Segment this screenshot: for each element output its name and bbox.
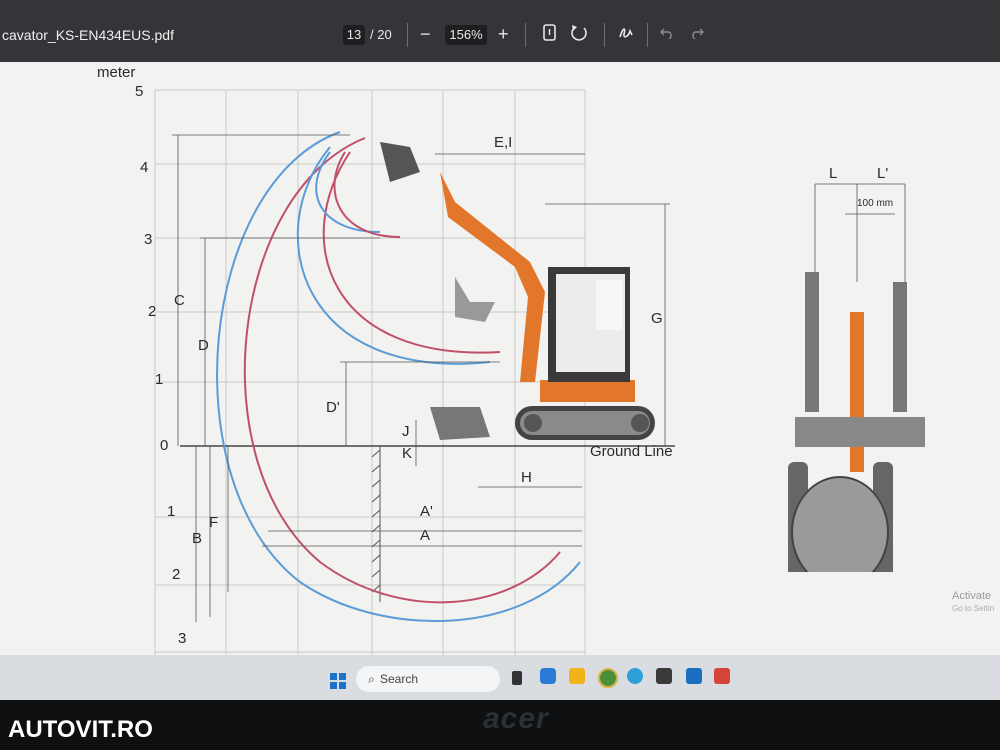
task-view-icon[interactable]: [512, 671, 522, 685]
redo-icon[interactable]: [690, 27, 704, 39]
page-total: / 20: [370, 27, 392, 42]
app-icon[interactable]: [714, 668, 730, 684]
activate-windows-title: Activate: [952, 590, 992, 602]
file-explorer-icon[interactable]: [569, 668, 585, 684]
windows-taskbar: ⌕ Search: [0, 655, 1000, 700]
toolbar-divider: [407, 23, 408, 47]
dimension-a: A: [420, 527, 431, 544]
front-view-diagram: [788, 183, 925, 572]
copilot-icon[interactable]: [540, 668, 556, 684]
y-tick-label: 1: [155, 371, 164, 388]
dimension-d: D: [198, 337, 209, 354]
dimension-j: J: [402, 423, 410, 440]
outlook-icon[interactable]: [686, 668, 702, 684]
site-watermark: AUTOVIT.RO: [8, 716, 153, 743]
dimension-d-prime: D': [326, 399, 340, 416]
y-tick-label: 5: [135, 83, 144, 100]
y-tick-label: 2: [148, 303, 157, 320]
reach-arc-inner-standard: [322, 151, 501, 354]
rotate-icon[interactable]: [570, 24, 588, 42]
document-title: cavator_KS-EN434EUS.pdf: [2, 27, 174, 43]
ground-line-label: Ground Line: [590, 443, 673, 460]
search-placeholder: Search: [380, 672, 419, 686]
toolbar-divider: [525, 23, 526, 47]
dimension-l-prime: L': [877, 165, 889, 182]
activate-windows-subtitle: Go to Settin: [952, 604, 995, 613]
dimension-g: G: [651, 310, 663, 327]
windows-start-icon[interactable]: [330, 673, 346, 689]
dimension-e-i: E,I: [494, 134, 513, 151]
y-tick-label: 0: [160, 437, 169, 454]
y-tick-label: 3: [144, 231, 153, 248]
zoom-out-button[interactable]: −: [420, 23, 431, 45]
chrome-icon[interactable]: [598, 668, 618, 688]
y-tick-label: 4: [140, 159, 149, 176]
page-number-input[interactable]: 13: [343, 25, 365, 45]
excavator-body: [380, 142, 655, 440]
monitor-screen: cavator_KS-EN434EUS.pdf 13 / 20 − 156% +: [0, 0, 1000, 700]
fit-page-icon[interactable]: [543, 24, 557, 42]
y-tick-label: 2: [172, 566, 181, 583]
y-tick-label: 1: [167, 503, 176, 520]
dimension-h: H: [521, 469, 532, 486]
dimension-b: B: [192, 530, 203, 547]
store-icon[interactable]: [656, 668, 672, 684]
dimension-k: K: [402, 445, 413, 462]
draw-icon[interactable]: [618, 25, 636, 41]
search-icon: ⌕: [368, 672, 375, 686]
zoom-in-button[interactable]: +: [498, 23, 509, 45]
y-tick-label: 3: [178, 630, 187, 647]
toolbar-divider: [647, 23, 648, 47]
dimension-c: C: [174, 292, 185, 309]
pdf-toolbar: cavator_KS-EN434EUS.pdf 13 / 20 − 156% +: [0, 0, 1000, 62]
zoom-level-input[interactable]: 156%: [445, 25, 487, 45]
undo-icon[interactable]: [660, 27, 674, 39]
dimension-f: F: [209, 514, 219, 531]
trench-wall: [371, 446, 381, 602]
pdf-page: meter 5 4 3 2 1 0 1 2 3 C D D' F B A A' …: [0, 62, 1000, 670]
blade-offset-label: 100 mm: [857, 198, 894, 209]
unit-label: meter: [97, 64, 136, 81]
dimension-l: L: [829, 165, 838, 182]
reach-arc-standard: [243, 137, 561, 604]
taskbar-search[interactable]: ⌕ Search: [356, 666, 500, 692]
laptop-brand-logo: acer: [483, 702, 549, 735]
toolbar-divider: [604, 23, 605, 47]
edge-icon[interactable]: [627, 668, 643, 684]
dimension-a-prime: A': [420, 503, 433, 520]
